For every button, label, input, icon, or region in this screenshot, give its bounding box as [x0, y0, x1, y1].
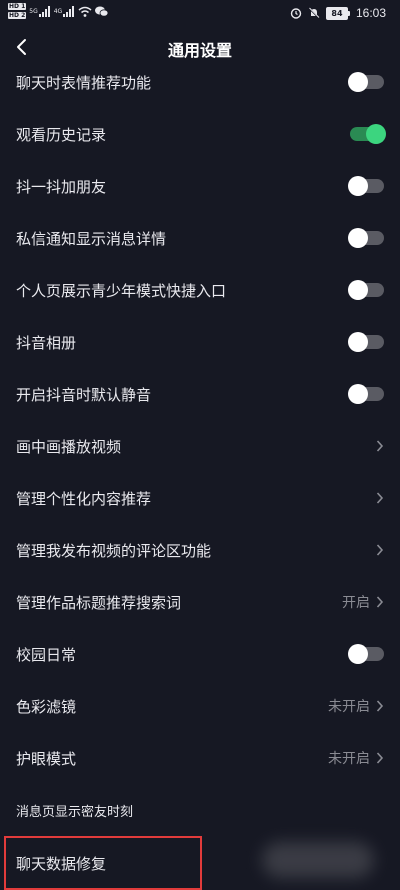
setting-label: 管理我发布视频的评论区功能 [16, 541, 212, 560]
setting-label: 校园日常 [16, 645, 77, 664]
network-type-2: 4G [53, 7, 63, 15]
setting-value: 未开启 [328, 751, 370, 767]
setting-chat-emoji-recommend[interactable]: 聊天时表情推荐功能 [0, 56, 400, 108]
setting-label: 抖一抖加朋友 [16, 177, 107, 196]
chevron-right-icon [376, 492, 384, 504]
toggle-switch[interactable] [348, 280, 384, 300]
chevron-right-icon [376, 544, 384, 556]
toggle-switch[interactable] [348, 228, 384, 248]
setting-label: 管理个性化内容推荐 [16, 489, 152, 508]
toggle-switch[interactable] [350, 124, 386, 144]
status-bar: HD 1 HD 2 5G 4G 84 16:03 [0, 0, 400, 28]
setting-label: 开启抖音时默认静音 [16, 385, 152, 404]
setting-teen-mode-shortcut[interactable]: 个人页展示青少年模式快捷入口 [0, 264, 400, 316]
toggle-switch[interactable] [348, 332, 384, 352]
status-right: 84 16:03 [290, 6, 386, 20]
toggle-switch[interactable] [348, 176, 384, 196]
setting-color-filter[interactable]: 色彩滤镜 未开启 [0, 680, 400, 732]
setting-watch-history[interactable]: 观看历史记录 [0, 108, 400, 160]
mute-bell-icon [308, 7, 320, 19]
clock: 16:03 [355, 6, 386, 20]
chevron-right-icon [376, 752, 384, 764]
setting-chat-data-repair[interactable]: 聊天数据修复 [4, 836, 202, 890]
setting-label: 聊天时表情推荐功能 [16, 73, 152, 92]
sim-indicators: HD 1 HD 2 [8, 3, 27, 19]
setting-value: 开启 [342, 595, 370, 611]
wifi-icon [78, 6, 92, 17]
setting-eye-care-mode[interactable]: 护眼模式 未开启 [0, 732, 400, 784]
signal-icon-2 [63, 5, 75, 17]
setting-value: 未开启 [328, 699, 370, 715]
battery-level: 84 [325, 6, 348, 20]
setting-personalized-recommend[interactable]: 管理个性化内容推荐 [0, 472, 400, 524]
setting-label: 个人页展示青少年模式快捷入口 [16, 281, 227, 300]
setting-shake-add-friend[interactable]: 抖一抖加朋友 [0, 160, 400, 212]
toggle-switch[interactable] [348, 384, 384, 404]
chevron-right-icon [376, 596, 384, 608]
setting-title-search-words[interactable]: 管理作品标题推荐搜索词 开启 [0, 576, 400, 628]
settings-list: 聊天时表情推荐功能 观看历史记录 抖一抖加朋友 私信通知显示消息详情 个人页展示… [0, 56, 400, 890]
status-left: HD 1 HD 2 5G 4G [8, 3, 109, 19]
setting-default-mute[interactable]: 开启抖音时默认静音 [0, 368, 400, 420]
sim1-badge: HD 1 [8, 3, 27, 10]
setting-dm-notification-details[interactable]: 私信通知显示消息详情 [0, 212, 400, 264]
blurred-area [262, 842, 374, 878]
toggle-switch[interactable] [348, 644, 384, 664]
setting-label: 观看历史记录 [16, 125, 107, 144]
setting-campus-daily[interactable]: 校园日常 [0, 628, 400, 680]
wechat-icon [95, 6, 109, 17]
setting-close-friend-moments[interactable]: 消息页显示密友时刻 [0, 784, 400, 836]
sim2-badge: HD 2 [8, 12, 27, 19]
alarm-icon [290, 8, 302, 19]
setting-label: 私信通知显示消息详情 [16, 229, 167, 248]
setting-douyin-album[interactable]: 抖音相册 [0, 316, 400, 368]
battery-icon: 84 [325, 6, 350, 20]
setting-label: 画中画播放视频 [16, 437, 122, 456]
setting-label: 抖音相册 [16, 333, 77, 352]
toggle-switch[interactable] [348, 72, 384, 92]
setting-label: 管理作品标题推荐搜索词 [16, 593, 182, 612]
chevron-right-icon [376, 440, 384, 452]
setting-label: 色彩滤镜 [16, 697, 77, 716]
setting-comment-section[interactable]: 管理我发布视频的评论区功能 [0, 524, 400, 576]
setting-label: 消息页显示密友时刻 [16, 804, 134, 820]
setting-label: 护眼模式 [16, 749, 77, 768]
signal-icon [38, 5, 50, 17]
network-type-1: 5G [29, 7, 38, 15]
chevron-right-icon [376, 700, 384, 712]
setting-label: 聊天数据修复 [16, 854, 107, 873]
setting-picture-in-picture[interactable]: 画中画播放视频 [0, 420, 400, 472]
